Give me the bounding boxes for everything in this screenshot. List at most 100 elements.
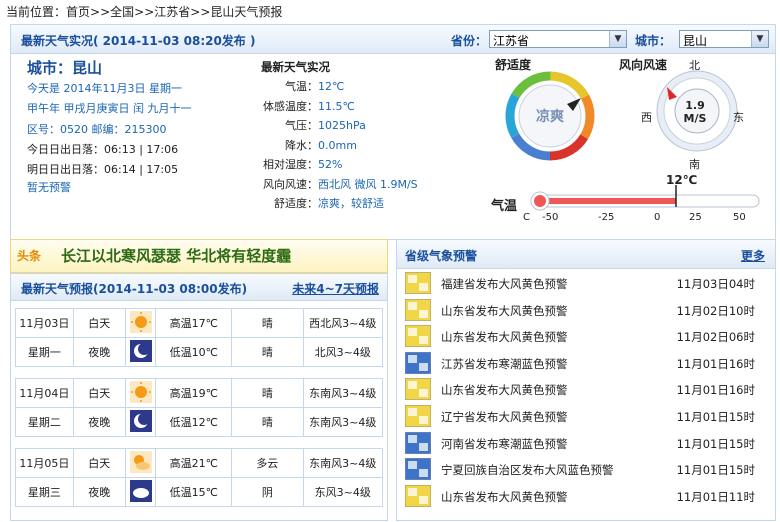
warning-item[interactable]: 江苏省发布寒潮蓝色预警 11月01日16时 (404, 351, 769, 375)
warning-date: 11月01日11时 (676, 489, 755, 504)
forecast-period: 白天 (72, 378, 126, 408)
alert-status[interactable]: 暂无预警 (27, 179, 71, 195)
breadcrumb-country[interactable]: 全国 (110, 5, 134, 19)
wind-speed: 1.9 M/S (675, 99, 715, 125)
forecast-date: 星期一 (15, 337, 74, 367)
chevron-down-icon: ▼ (751, 31, 768, 47)
moon-icon (124, 407, 157, 437)
headline-text[interactable]: 长江以北寒风瑟瑟 华北将有轻度霾 (61, 245, 291, 266)
warning-item[interactable]: 宁夏回族自治区发布大风蓝色预警 11月01日15时 (404, 457, 769, 481)
sunny-icon (124, 378, 157, 408)
warning-text[interactable]: 宁夏回族自治区发布大风蓝色预警 (441, 462, 614, 478)
warning-date: 11月01日16时 (676, 356, 755, 371)
forecast-weather: 多云 (231, 448, 304, 478)
cloud-night-icon (124, 477, 157, 507)
forecast-day: 11月03日 白天 高温17℃ 晴西北风3~4级 星期一 夜晚 低温10℃ 晴北风3~4级 (15, 308, 383, 367)
live-row-temp: 气温：12℃ (285, 80, 345, 93)
forecast-weather: 晴 (231, 378, 304, 408)
warning-item[interactable]: 山东省发布大风黄色预警 11月02日06时 (404, 324, 769, 348)
forecast-day: 11月04日 白天 高温19℃ 晴东南风3~4级 星期二 夜晚 低温12℃ 晴东南风3~4级 (15, 378, 383, 437)
forecast-period: 夜晚 (72, 337, 126, 367)
forecast-weather: 阴 (231, 477, 304, 507)
thermometer (530, 185, 760, 211)
warning-item[interactable]: 山东省发布大风黄色预警 11月02日10时 (404, 298, 769, 322)
province-select-value: 江苏省 (493, 34, 530, 48)
breadcrumb-province[interactable]: 江苏省 (154, 5, 190, 19)
warning-date: 11月01日15时 (676, 463, 755, 478)
breadcrumb-current: 昆山天气预报 (210, 5, 283, 19)
breadcrumb: 当前位置：首页>>全国>>江苏省>>昆山天气预报 (6, 3, 282, 20)
forecast-header: 最新天气预报(2014-11-03 08:00发布) 未来4~7天预报 (11, 274, 387, 301)
wind-speed-unit: M/S (683, 112, 707, 125)
forecast-temp: 低温12℃ (155, 407, 233, 437)
compass-south: 南 (689, 158, 700, 171)
warning-text[interactable]: 山东省发布大风黄色预警 (441, 329, 568, 345)
forecast-4-7-days-link[interactable]: 未来4~7天预报 (292, 280, 379, 297)
warning-item[interactable]: 山东省发布大风黄色预警 11月01日16时 (404, 377, 769, 401)
thermo-tick: -50 (542, 212, 559, 223)
compass-west: 西 (641, 111, 652, 124)
sun-today: 今日日出日落：06:13 | 17:06 (27, 143, 179, 156)
forecast-date: 星期三 (15, 477, 74, 507)
forecast-period: 白天 (72, 448, 126, 478)
live-heading: 最新天气实况 (261, 60, 330, 74)
warning-text[interactable]: 福建省发布大风黄色预警 (441, 276, 568, 292)
forecast-wind: 东风3~4级 (302, 477, 383, 507)
city-label: 城市： (635, 34, 672, 48)
thermo-tick: 50 (733, 212, 746, 223)
warning-item[interactable]: 辽宁省发布大风黄色预警 11月01日15时 (404, 404, 769, 428)
live-weather-header: 最新天气实况( 2014-11-03 08:20发布 ) 省份： 江苏省 ▼ 城… (11, 25, 775, 54)
warning-text[interactable]: 山东省发布大风黄色预警 (441, 303, 568, 319)
warning-text[interactable]: 山东省发布大风黄色预警 (441, 489, 568, 505)
warning-text[interactable]: 江苏省发布寒潮蓝色预警 (441, 356, 568, 372)
breadcrumb-home[interactable]: 首页 (66, 5, 90, 19)
city-select[interactable]: 昆山 ▼ (679, 30, 769, 48)
warning-item[interactable]: 山东省发布大风黄色预警 11月01日11时 (404, 484, 769, 508)
warning-item[interactable]: 河南省发布寒潮蓝色预警 11月01日15时 (404, 431, 769, 455)
forecast-row: 星期三 夜晚 低温15℃ 阴东风3~4级 (15, 477, 383, 507)
breadcrumb-sep: >> (134, 5, 155, 19)
sunny-icon (124, 308, 157, 338)
lunar-date: 甲午年 甲戌月庚寅日 闰 九月十一 (27, 102, 192, 115)
thermo-tick: 25 (689, 212, 702, 223)
province-select[interactable]: 江苏省 ▼ (489, 30, 627, 48)
forecast-wind: 东南风3~4级 (302, 378, 383, 408)
forecast-weather: 晴 (231, 308, 304, 338)
forecast-row: 11月03日 白天 高温17℃ 晴西北风3~4级 (15, 308, 383, 338)
warning-text[interactable]: 辽宁省发布大风黄色预警 (441, 409, 568, 425)
sun-tomorrow: 明日日出日落：06:14 | 17:05 (27, 163, 179, 176)
warning-icon (404, 377, 432, 401)
warning-icon (404, 431, 432, 455)
forecast-temp: 低温10℃ (155, 337, 233, 367)
forecast-wind: 东南风3~4级 (302, 407, 383, 437)
forecast-period: 夜晚 (72, 477, 126, 507)
warnings-more-link[interactable]: 更多 (741, 247, 765, 264)
warning-date: 11月01日15时 (676, 436, 755, 451)
compass-north: 北 (689, 59, 700, 72)
headline-tag: 头条 (17, 249, 42, 263)
thermo-label: 气温 (491, 199, 518, 214)
province-label: 省份： (451, 34, 488, 48)
live-weather-title: 最新天气实况( 2014-11-03 08:20发布 ) (21, 32, 255, 49)
live-publish-time: ( 2014-11-03 08:20发布 ) (93, 34, 256, 48)
warning-text[interactable]: 河南省发布寒潮蓝色预警 (441, 436, 568, 452)
partly-cloudy-icon (124, 448, 157, 478)
live-row-precip: 降水：0.0mm (285, 138, 357, 152)
warning-item[interactable]: 福建省发布大风黄色预警 11月03日04时 (404, 271, 769, 295)
warnings-header: 省级气象预警 更多 (397, 240, 775, 269)
forecast-row: 11月04日 白天 高温19℃ 晴东南风3~4级 (15, 378, 383, 408)
live-row-pressure: 气压：1025hPa (285, 119, 366, 132)
compass-east: 东 (733, 111, 744, 124)
warning-icon (404, 404, 432, 428)
forecast-wind: 北风3~4级 (302, 337, 383, 367)
forecast-wind: 西北风3~4级 (302, 308, 383, 338)
breadcrumb-prefix: 当前位置： (6, 5, 67, 19)
comfort-value: 凉爽 (536, 109, 564, 125)
warning-text[interactable]: 山东省发布大风黄色预警 (441, 382, 568, 398)
today-date: 今天是 2014年11月3日 星期一 (27, 82, 182, 95)
warning-date: 11月02日06时 (676, 330, 755, 345)
headline-bar[interactable]: 头条 长江以北寒风瑟瑟 华北将有轻度霾 (10, 239, 388, 273)
chevron-down-icon: ▼ (609, 31, 626, 47)
breadcrumb-sep: >> (190, 5, 211, 19)
forecast-temp: 低温15℃ (155, 477, 233, 507)
